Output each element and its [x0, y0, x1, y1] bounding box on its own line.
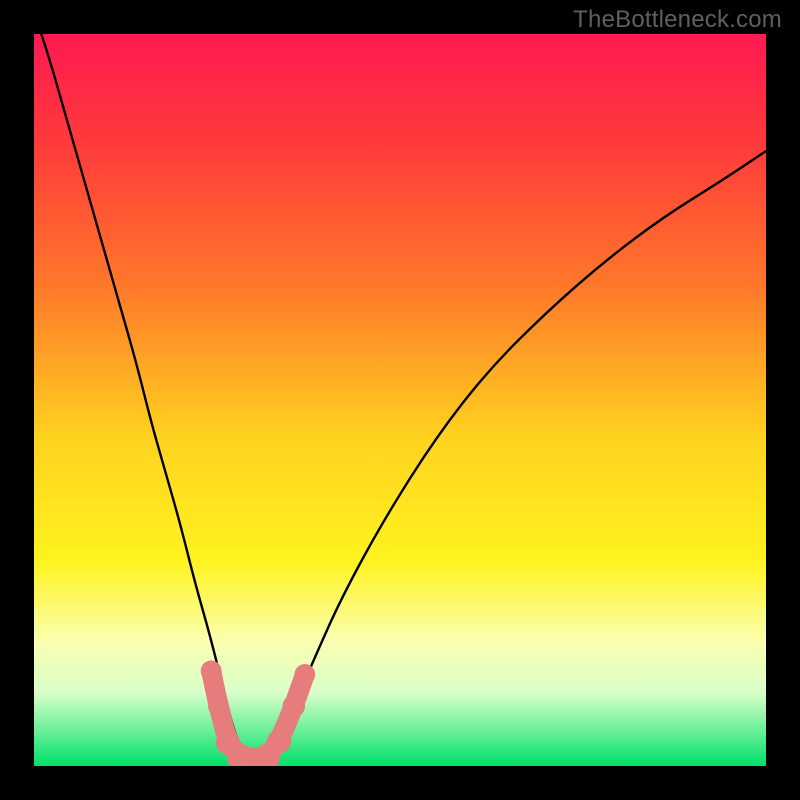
chart-frame: TheBottleneck.com — [0, 0, 800, 800]
valley-marker-dot — [208, 696, 229, 717]
valley-marker-dot — [267, 729, 291, 753]
gradient-background — [34, 34, 766, 766]
watermark-text: TheBottleneck.com — [573, 6, 782, 34]
plot-area — [34, 34, 766, 766]
valley-marker-dot — [201, 660, 222, 681]
valley-marker-dot — [283, 695, 305, 717]
bottleneck-chart — [34, 34, 766, 766]
valley-marker-dot — [294, 664, 315, 685]
